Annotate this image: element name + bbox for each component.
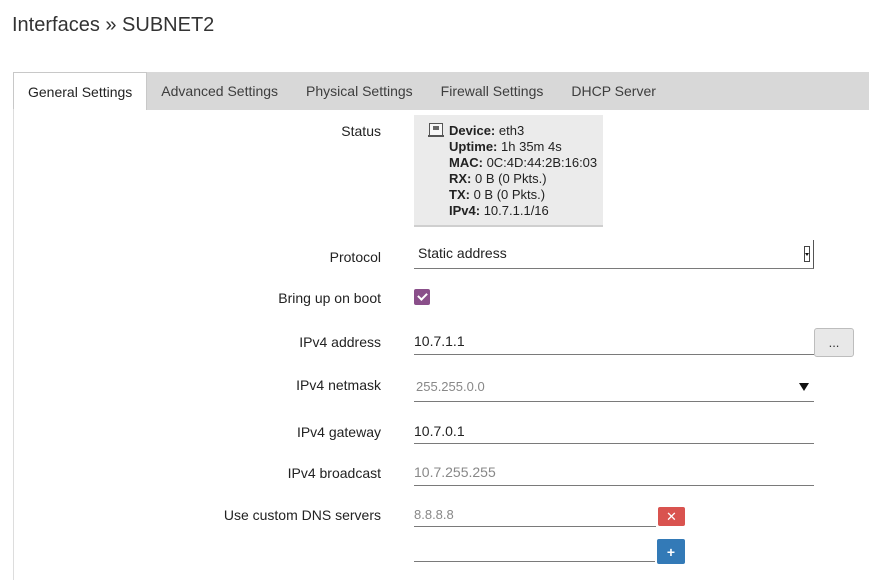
protocol-value: Static address: [418, 245, 507, 261]
status-rx: RX: 0 B (0 Pkts.): [449, 171, 547, 186]
ipv4-netmask-label: IPv4 netmask: [296, 377, 381, 393]
page-title: Interfaces » SUBNET2: [12, 14, 215, 36]
status-label: Status: [341, 123, 381, 139]
ipv4-address-value: 10.7.1.1: [414, 333, 465, 349]
ipv4-broadcast-placeholder: 10.7.255.255: [414, 464, 496, 480]
ipv4-address-input[interactable]: 10.7.1.1: [414, 329, 814, 355]
dns-server-input-1[interactable]: 8.8.8.8: [414, 504, 656, 527]
status-mac: MAC: 0C:4D:44:2B:16:03: [449, 155, 598, 170]
ipv4-gateway-input[interactable]: 10.7.0.1: [414, 419, 814, 444]
ipv4-broadcast-label: IPv4 broadcast: [287, 465, 381, 481]
ipv4-address-more-button[interactable]: ...: [814, 328, 854, 357]
status-device: Device: eth3: [449, 123, 525, 138]
ipv4-netmask-select[interactable]: 255.255.0.0: [414, 374, 814, 402]
status-uptime: Uptime: 1h 35m 4s: [449, 139, 562, 154]
protocol-label: Protocol: [329, 249, 381, 265]
tab-general-settings[interactable]: General Settings: [13, 72, 148, 110]
ipv4-broadcast-input[interactable]: 10.7.255.255: [414, 460, 814, 486]
tab-bar: General Settings Advanced Settings Physi…: [13, 72, 869, 110]
status-box: Device: eth3 Uptime: 1h 35m 4s MAC: 0C:4…: [414, 115, 603, 227]
caret-down-icon: [799, 383, 809, 391]
tab-firewall-settings[interactable]: Firewall Settings: [427, 72, 558, 110]
ipv4-netmask-placeholder: 255.255.0.0: [416, 379, 485, 394]
network-device-icon: [428, 123, 444, 137]
ipv4-address-label: IPv4 address: [299, 334, 381, 350]
dns-add-button[interactable]: +: [657, 539, 685, 564]
tab-physical-settings[interactable]: Physical Settings: [292, 72, 427, 110]
bringup-label: Bring up on boot: [278, 290, 381, 306]
ipv4-gateway-value: 10.7.0.1: [414, 423, 465, 439]
status-ipv4: IPv4: 10.7.1.1/16: [449, 203, 549, 218]
tab-advanced-settings[interactable]: Advanced Settings: [147, 72, 292, 110]
protocol-select[interactable]: Static address: [414, 240, 814, 269]
status-tx: TX: 0 B (0 Pkts.): [449, 187, 546, 202]
bringup-checkbox[interactable]: [414, 289, 430, 305]
dns-remove-button[interactable]: ✕: [658, 507, 685, 526]
tab-dhcp-server[interactable]: DHCP Server: [557, 72, 670, 110]
dns-server-input-2[interactable]: [414, 540, 655, 562]
dns-label: Use custom DNS servers: [223, 507, 381, 523]
ipv4-gateway-label: IPv4 gateway: [296, 424, 381, 440]
chevron-down-icon: [804, 246, 810, 262]
dns-server-placeholder: 8.8.8.8: [414, 507, 454, 522]
